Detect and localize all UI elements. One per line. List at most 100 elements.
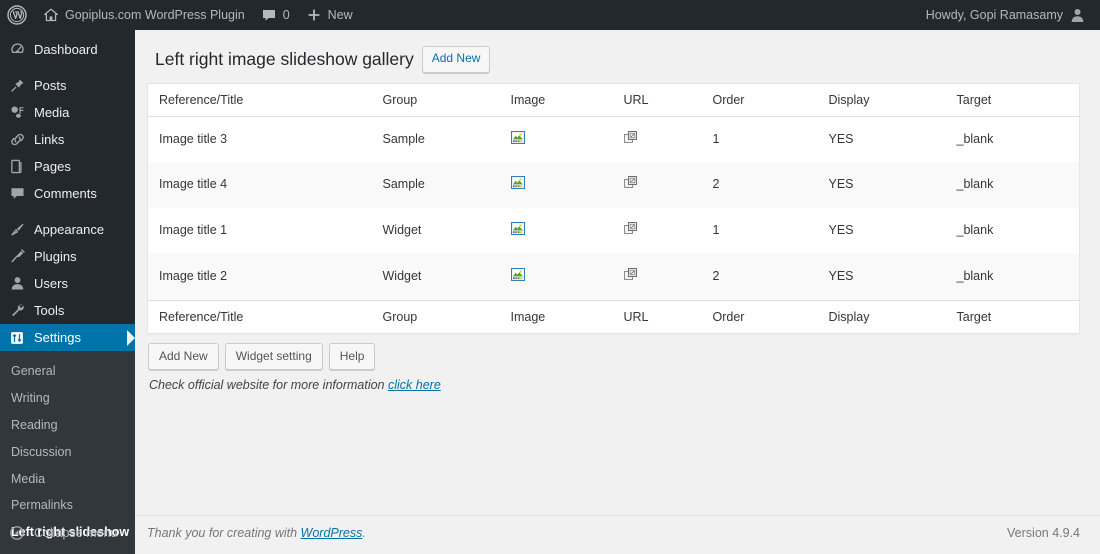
plus-icon <box>306 7 322 23</box>
sidebar-label: Settings <box>34 330 81 345</box>
cell-target: _blank <box>946 208 1080 255</box>
external-window-icon[interactable] <box>623 268 693 281</box>
wp-logo-menu[interactable] <box>0 0 35 30</box>
page-header: Left right image slideshow gallery Add N… <box>147 40 1080 83</box>
column-footer-group[interactable]: Group <box>372 299 501 334</box>
external-window-icon[interactable] <box>623 176 693 189</box>
sidebar-label: Appearance <box>34 222 105 237</box>
sidebar-item-tools[interactable]: Tools <box>0 297 135 324</box>
sidebar-item-users[interactable]: Users <box>0 270 135 297</box>
content-area: Left right image slideshow gallery Add N… <box>135 30 1100 550</box>
cell-group: Sample <box>372 116 501 163</box>
cell-order: 1 <box>702 208 819 255</box>
sidebar-item-links[interactable]: Links <box>0 126 135 153</box>
column-footer-order[interactable]: Order <box>702 299 819 334</box>
sidebar-item-settings[interactable]: Settings <box>0 324 135 351</box>
cell-order: 1 <box>702 116 819 163</box>
image-thumbnail-icon[interactable] <box>510 268 604 282</box>
footer-thanks-suffix: . <box>362 526 366 540</box>
column-header-display[interactable]: Display <box>818 83 947 117</box>
image-thumbnail-icon[interactable] <box>510 222 604 236</box>
column-footer-display[interactable]: Display <box>818 299 947 334</box>
sidebar-item-posts[interactable]: Posts <box>0 72 135 99</box>
cell-reference-title: Image title 2 <box>147 254 373 301</box>
sidebar-subitem-general[interactable]: General <box>0 358 135 385</box>
note-text: Check official website for more informat… <box>149 378 385 393</box>
cell-group: Widget <box>372 254 501 301</box>
paintbrush-icon <box>0 221 34 238</box>
sidebar-label: Media <box>34 105 70 120</box>
sidebar-subitem-discussion[interactable]: Discussion <box>0 439 135 466</box>
new-content-menu[interactable]: New <box>298 0 361 30</box>
cell-image <box>500 254 614 301</box>
comment-bubble-icon <box>0 185 34 202</box>
sidebar-label: Users <box>34 276 68 291</box>
cell-url <box>613 116 703 163</box>
my-account-menu[interactable]: Howdy, Gopi Ramasamy <box>918 0 1100 30</box>
image-thumbnail-icon[interactable] <box>510 176 604 190</box>
cell-image <box>500 116 614 163</box>
sidebar-item-comments[interactable]: Comments <box>0 180 135 207</box>
pin-icon <box>0 77 34 94</box>
column-footer-image[interactable]: Image <box>500 299 614 334</box>
cell-display: YES <box>818 116 947 163</box>
table-header-row: Reference/Title Group Image URL Order Di… <box>147 83 1080 117</box>
sidebar-label: Plugins <box>34 249 77 264</box>
howdy-label: Howdy, Gopi Ramasamy <box>925 8 1063 22</box>
help-button[interactable]: Help <box>328 342 376 371</box>
cell-group: Sample <box>372 162 501 209</box>
dashboard-gauge-icon <box>0 41 34 58</box>
sidebar-item-media[interactable]: Media <box>0 99 135 126</box>
sidebar-subitem-media[interactable]: Media <box>0 466 135 493</box>
collapse-menu-label: Collapse menu <box>34 526 118 540</box>
sidebar-subitem-writing[interactable]: Writing <box>0 385 135 412</box>
wordpress-link[interactable]: WordPress <box>301 526 363 540</box>
sidebar-item-dashboard[interactable]: Dashboard <box>0 36 135 63</box>
comment-count: 0 <box>282 8 290 22</box>
sidebar-item-pages[interactable]: Pages <box>0 153 135 180</box>
image-thumbnail-icon[interactable] <box>510 130 604 144</box>
link-chain-icon <box>0 131 34 148</box>
table-row: Image title 1 Widget 1 YES _blank <box>147 208 1080 255</box>
cell-target: _blank <box>946 254 1080 301</box>
column-header-target[interactable]: Target <box>946 83 1080 117</box>
widget-setting-button[interactable]: Widget setting <box>224 342 323 371</box>
column-header-reference-title[interactable]: Reference/Title <box>147 83 373 117</box>
column-footer-target[interactable]: Target <box>946 299 1080 334</box>
table-row: Image title 3 Sample 1 YES _blank <box>147 116 1080 163</box>
column-header-url[interactable]: URL <box>613 83 703 117</box>
column-footer-url[interactable]: URL <box>613 299 703 334</box>
external-window-icon[interactable] <box>623 222 693 235</box>
external-window-icon[interactable] <box>623 130 693 144</box>
wrench-icon <box>0 302 34 319</box>
comments-menu[interactable]: 0 <box>253 0 298 30</box>
column-footer-reference-title[interactable]: Reference/Title <box>147 299 373 334</box>
add-new-button[interactable]: Add New <box>148 342 219 371</box>
cell-reference-title: Image title 3 <box>147 116 373 163</box>
cell-order: 2 <box>702 254 819 301</box>
site-name-menu[interactable]: Gopiplus.com WordPress Plugin <box>35 0 253 30</box>
media-icon <box>0 104 34 121</box>
add-new-button-top[interactable]: Add New <box>421 46 491 73</box>
sidebar-subitem-reading[interactable]: Reading <box>0 412 135 439</box>
table-actions-bar: Add New Widget setting Help <box>147 334 1080 371</box>
admin-footer: Thank you for creating with WordPress. V… <box>135 515 1100 550</box>
cell-display: YES <box>818 162 947 209</box>
wordpress-logo-icon <box>7 5 27 25</box>
cell-group: Widget <box>372 208 501 255</box>
cell-image <box>500 162 614 209</box>
cell-reference-title: Image title 4 <box>147 162 373 209</box>
sidebar-item-appearance[interactable]: Appearance <box>0 216 135 243</box>
table-body: Image title 3 Sample 1 YES _blank Image … <box>147 116 1080 301</box>
column-header-image[interactable]: Image <box>500 83 614 117</box>
collapse-menu-button[interactable]: Collapse menu <box>0 516 135 550</box>
sidebar-label: Comments <box>34 186 97 201</box>
column-header-order[interactable]: Order <box>702 83 819 117</box>
page-title: Left right image slideshow gallery <box>155 48 414 69</box>
column-header-group[interactable]: Group <box>372 83 501 117</box>
click-here-link[interactable]: click here <box>388 378 441 392</box>
sidebar-item-plugins[interactable]: Plugins <box>0 243 135 270</box>
collapse-arrow-icon <box>0 525 34 541</box>
footer-version: Version 4.9.4 <box>1007 526 1080 540</box>
site-name-label: Gopiplus.com WordPress Plugin <box>65 8 245 22</box>
